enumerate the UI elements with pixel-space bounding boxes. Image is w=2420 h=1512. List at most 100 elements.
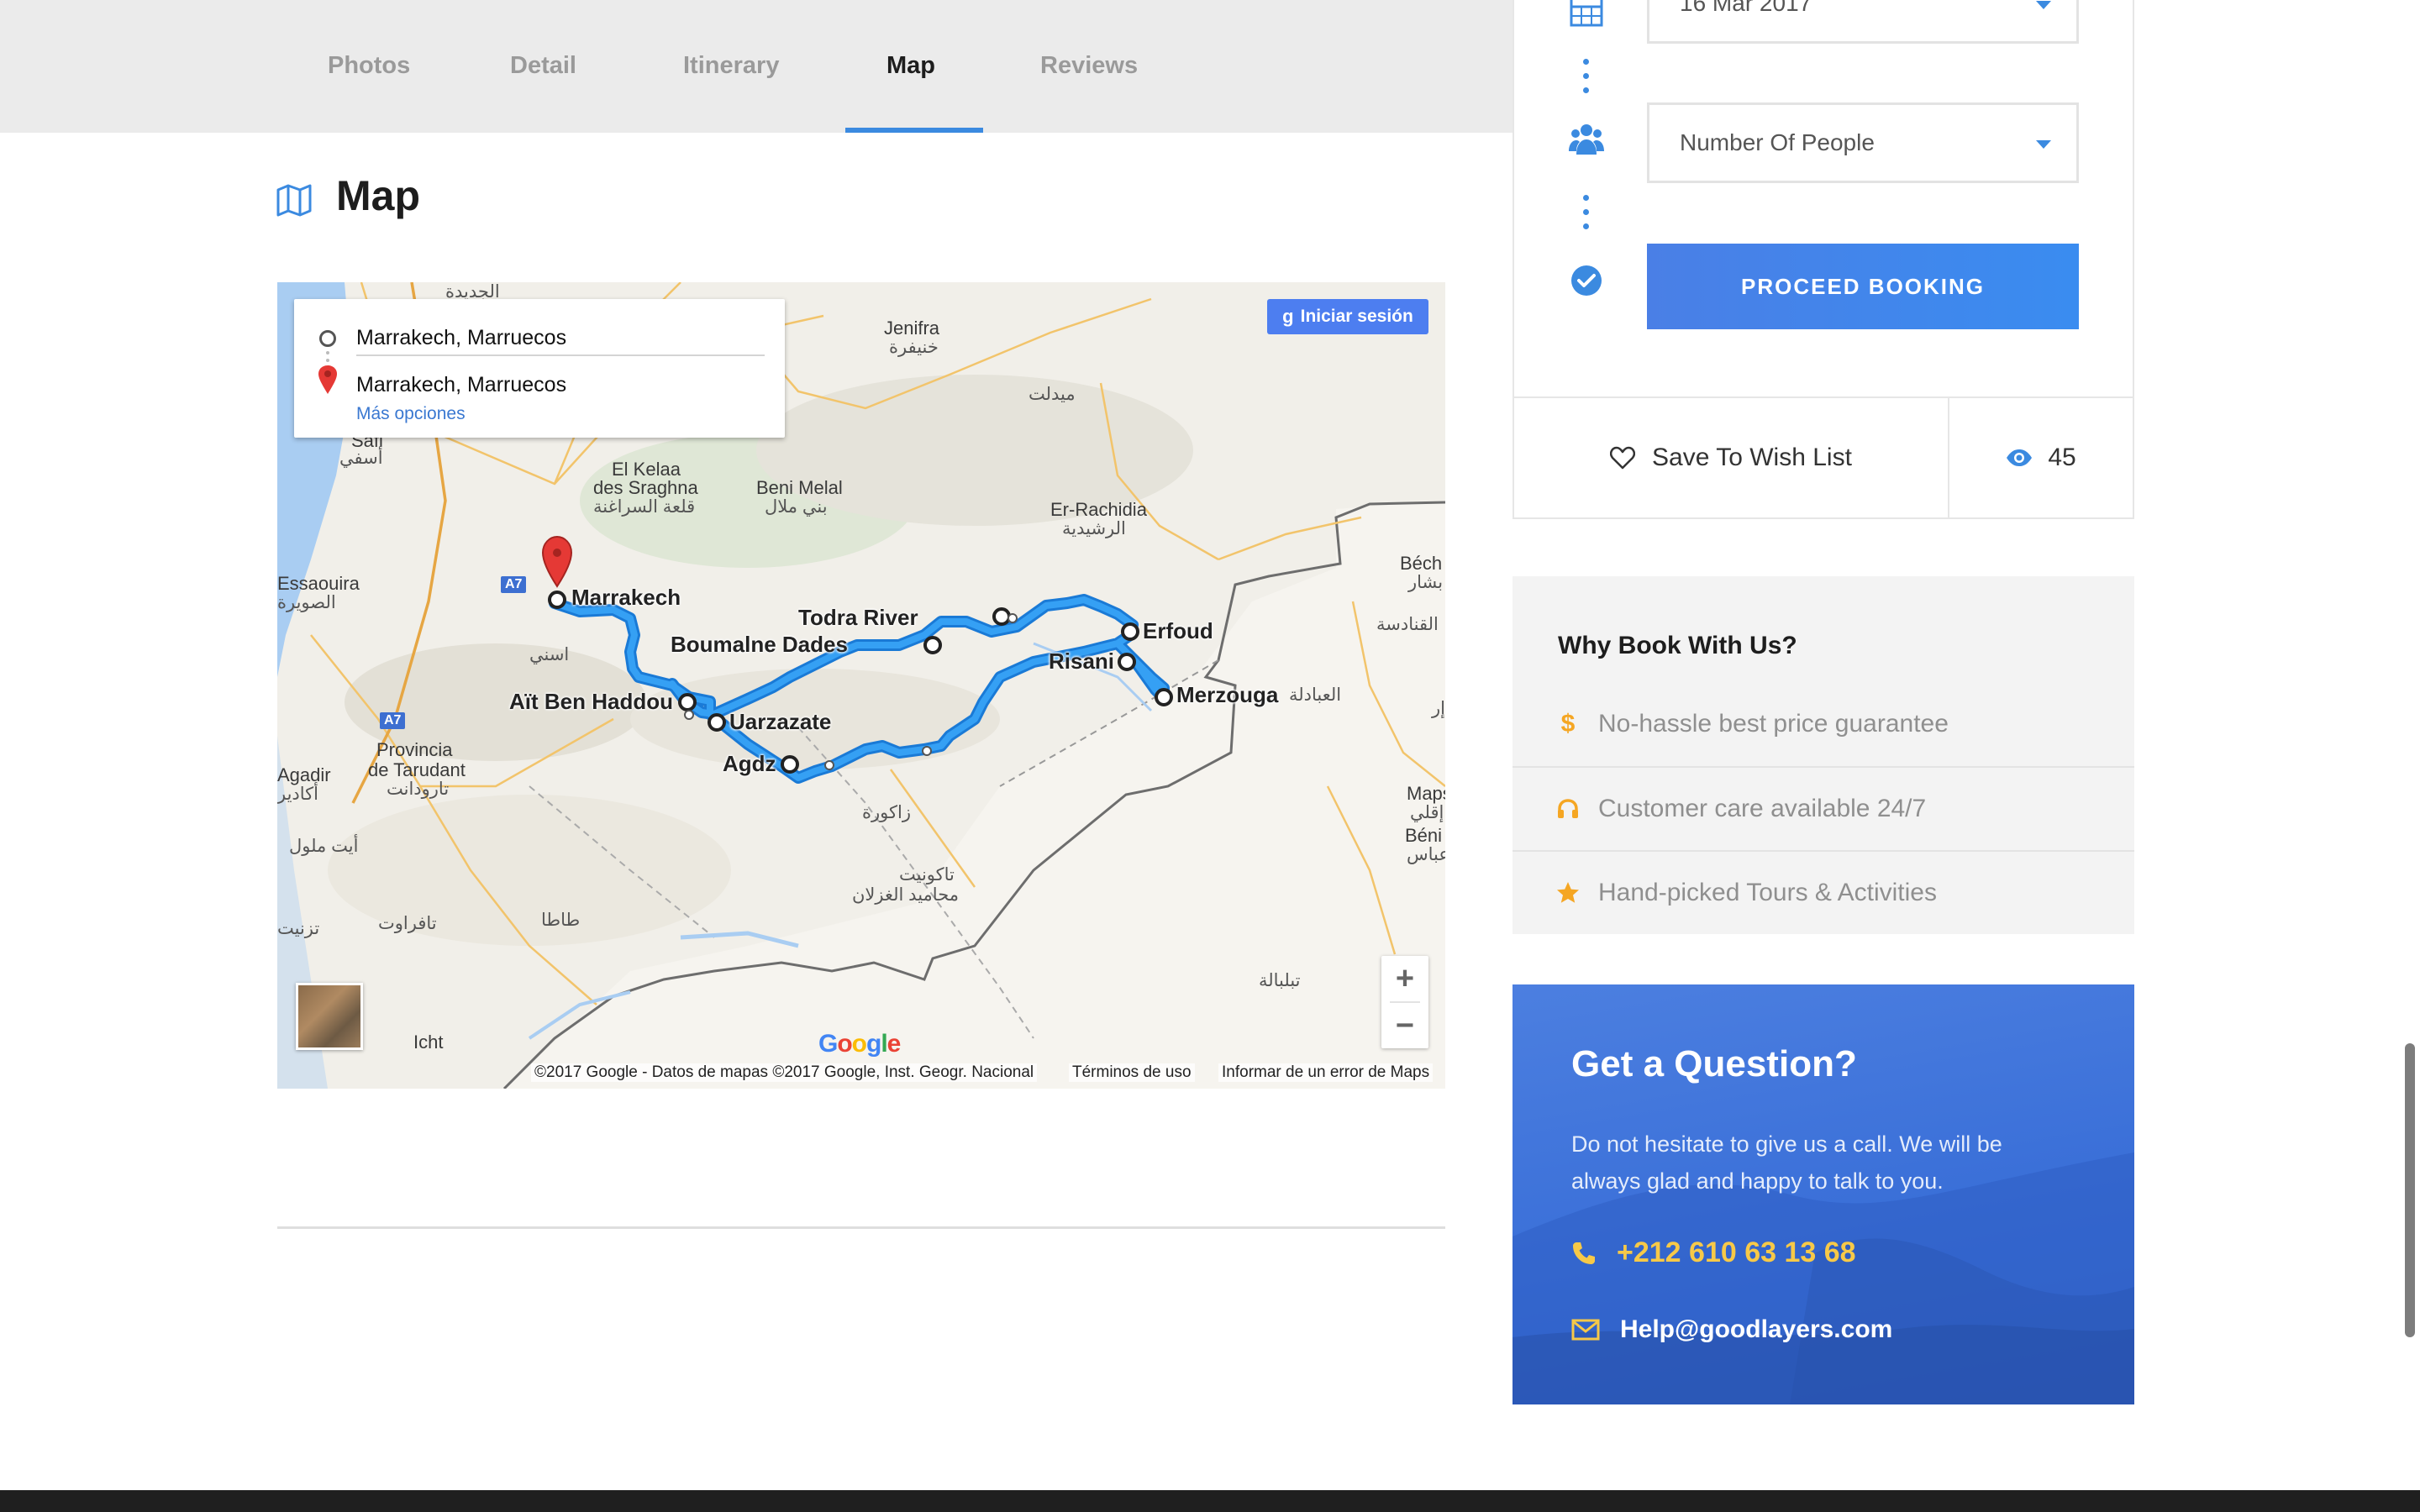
google-logo: Google (818, 1030, 901, 1058)
phone-number: +212 610 63 13 68 (1617, 1236, 1856, 1268)
map-label: des Sraghna (593, 477, 698, 498)
google-plus-icon: g (1282, 306, 1294, 327)
tab-detail[interactable]: Detail (510, 52, 576, 80)
view-count: 45 (1949, 398, 2133, 517)
location-pin-icon (318, 365, 337, 394)
zoom-in-button[interactable]: + (1381, 956, 1428, 1001)
map-label: Maps (1407, 783, 1445, 804)
map-label: اسني (529, 645, 570, 664)
terms-link[interactable]: Términos de uso (1069, 1063, 1195, 1082)
tab-bar: Photos Detail Itinerary Map Reviews (0, 0, 1512, 133)
contact-phone[interactable]: +212 610 63 13 68 (1571, 1236, 1856, 1269)
chevron-down-icon (2036, 140, 2051, 149)
city-label-risani: Risani (1049, 648, 1115, 674)
map-label: Agadir (277, 764, 331, 785)
date-select[interactable]: 16 Mar 2017 (1647, 0, 2079, 44)
map-label: العبادلة (1289, 685, 1342, 705)
map-label: طاطا (541, 911, 581, 930)
route-origin[interactable]: Marrakech, Marruecos (356, 326, 566, 350)
footer (0, 1490, 2420, 1512)
map-label: إر (1432, 699, 1445, 718)
zoom-out-button[interactable]: − (1381, 1003, 1428, 1048)
map-label: القنادسة (1376, 615, 1439, 634)
eye-icon (2007, 449, 2033, 466)
origin-circle-icon (319, 330, 336, 347)
tab-map[interactable]: Map (886, 52, 935, 80)
proceed-booking-button[interactable]: PROCEED BOOKING (1647, 244, 2079, 329)
step-dots (1583, 195, 1590, 238)
map-label: أسفي (339, 449, 383, 468)
google-map[interactable]: الجديدة Jenifra خنيفرة ميدلت Safi أسفي E… (277, 282, 1445, 1089)
map-label: Béch (1400, 553, 1443, 574)
save-to-wishlist-button[interactable]: Save To Wish List (1514, 398, 1948, 517)
destination-pin-icon (541, 535, 573, 588)
check-circle-icon (1571, 265, 1602, 296)
date-value: 16 Mar 2017 (1680, 0, 1812, 16)
more-options-link[interactable]: Más opciones (356, 404, 466, 424)
zoom-controls: + − (1381, 956, 1428, 1048)
signin-label: Iniciar sesión (1300, 307, 1413, 326)
map-label: de Tarudant (368, 759, 466, 780)
map-label: أيت ملول (289, 837, 359, 856)
city-label-uarzazate: Uarzazate (729, 709, 832, 734)
map-label: بني عباس (1407, 845, 1445, 864)
map-label: Béni (1405, 825, 1443, 846)
star-icon (1557, 882, 1579, 903)
benefit-text: No-hassle best price guarantee (1598, 710, 1949, 738)
map-label: الصويرة (277, 593, 336, 612)
benefit-item: Hand-picked Tours & Activities (1512, 850, 2134, 934)
directions-card: Marrakech, Marruecos Marrakech, Marrueco… (294, 299, 785, 438)
map-label: تافراوت (378, 914, 437, 933)
dollar-icon: $ (1560, 710, 1576, 738)
number-of-people-select[interactable]: Number Of People (1647, 102, 2079, 183)
headphones-icon (1558, 799, 1578, 818)
heart-icon (1610, 446, 1636, 470)
calendar-icon (1570, 0, 1603, 27)
wishlist-label: Save To Wish List (1652, 444, 1852, 471)
contact-email[interactable]: Help@goodlayers.com (1571, 1315, 1892, 1344)
chevron-down-icon (2036, 1, 2051, 9)
map-label: بشار (1408, 573, 1444, 592)
section-title: Map (336, 172, 420, 219)
benefit-item: $ No-hassle best price guarantee (1512, 682, 2134, 766)
map-label: Jenifra (884, 318, 940, 339)
people-icon (1569, 124, 1604, 155)
satellite-toggle[interactable] (296, 983, 363, 1050)
map-label: ميدلت (1028, 385, 1076, 404)
contact-title: Get a Question? (1571, 1043, 1857, 1084)
route-destination[interactable]: Marrakech, Marruecos (356, 373, 566, 397)
city-label-agdz: Agdz (723, 751, 776, 776)
map-label: تبلبالة (1259, 971, 1301, 990)
map-label: أكادير (277, 785, 319, 804)
map-label: Provincia (376, 739, 453, 760)
people-placeholder: Number Of People (1680, 129, 1875, 155)
tab-reviews[interactable]: Reviews (1040, 52, 1138, 80)
map-label: تاكونيت (899, 865, 955, 885)
map-label: تارودانت (387, 780, 450, 799)
map-label: Er-Rachidia (1050, 499, 1147, 520)
report-error-link[interactable]: Informar de un error de Maps (1218, 1063, 1434, 1082)
benefit-item: Customer care available 24/7 (1512, 766, 2134, 850)
map-label: Icht (413, 1032, 444, 1053)
contact-description: Do not hesitate to give us a call. We wi… (1571, 1131, 2002, 1194)
city-label-todra-river: Todra River (798, 605, 918, 630)
views-count: 45 (2048, 444, 2076, 471)
contact-card: Get a Question? Do not hesitate to give … (1512, 984, 2134, 1404)
scrollbar-thumb[interactable] (2405, 1043, 2415, 1337)
map-label: محاميد الغزلان (852, 885, 959, 905)
wishlist-row: Save To Wish List 45 (1514, 396, 2133, 517)
tab-itinerary[interactable]: Itinerary (683, 52, 779, 80)
divider (356, 354, 765, 356)
map-label: بني ملال (765, 497, 828, 517)
tab-photos[interactable]: Photos (328, 52, 410, 80)
road-shield: A7 (380, 712, 406, 729)
why-book-card: Why Book With Us? $ No-hassle best price… (1512, 576, 2134, 934)
phone-icon (1573, 1242, 1595, 1264)
map-label: الرشيدية (1062, 519, 1126, 538)
map-signin-button[interactable]: g Iniciar sesión (1267, 299, 1428, 334)
active-tab-indicator (845, 128, 983, 133)
road-shield: A7 (501, 576, 527, 593)
city-label-merzouga: Merzouga (1176, 682, 1279, 707)
benefit-text: Hand-picked Tours & Activities (1598, 879, 1937, 906)
step-dots (1583, 59, 1590, 102)
